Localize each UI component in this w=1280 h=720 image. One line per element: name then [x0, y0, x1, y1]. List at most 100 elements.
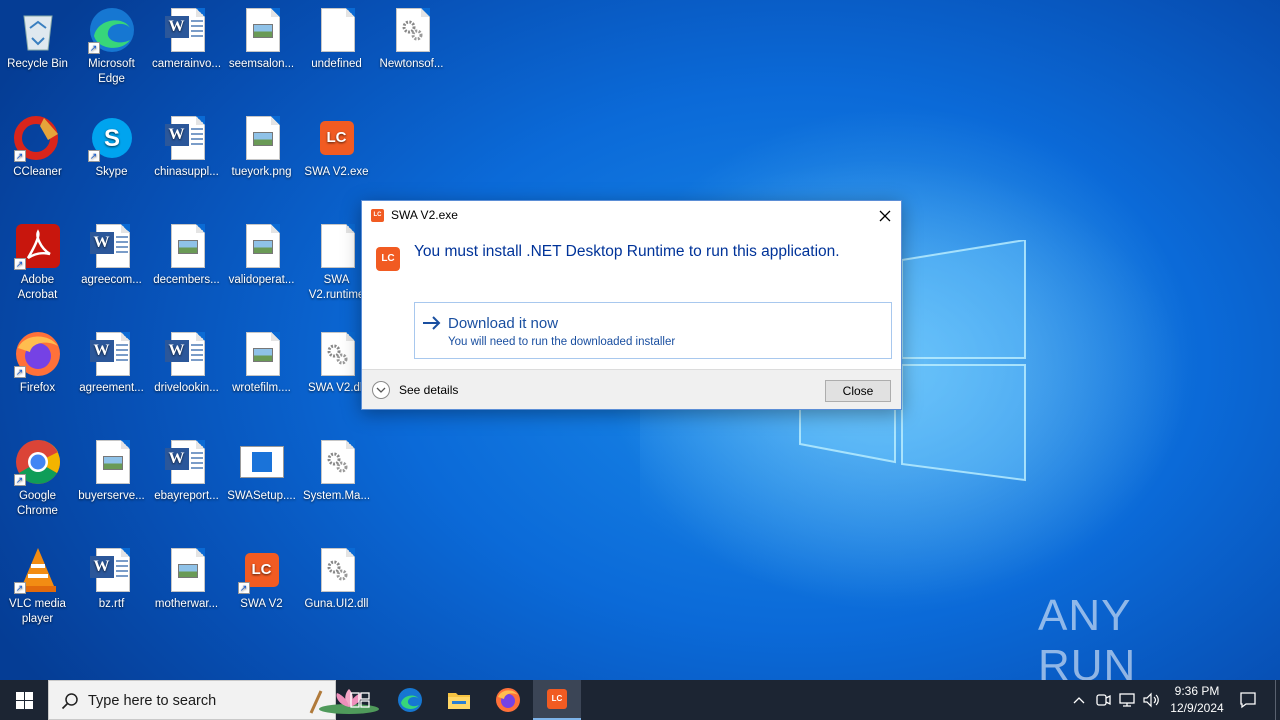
desktop-icon-label: buyerserve...	[78, 490, 145, 502]
desktop-icon-word[interactable]: Wagreement...	[74, 324, 149, 396]
search-icon	[61, 693, 78, 710]
image-icon	[238, 222, 286, 270]
desktop-icon-label: VLC media player	[9, 598, 66, 625]
desktop-icon-label: bz.rtf	[98, 598, 125, 610]
action-center-button[interactable]	[1234, 680, 1262, 720]
desktop-icon-word[interactable]: Wagreecom...	[74, 216, 149, 288]
word-icon: W	[88, 546, 136, 594]
desktop-icon-dll[interactable]: Newtonsof...	[374, 0, 449, 72]
download-now-title: Download it now	[448, 315, 559, 332]
taskbar: Type here to search LC 9:36 PM 12/9/2024	[0, 680, 1280, 720]
task-view-button[interactable]	[336, 680, 384, 720]
see-details-toggle[interactable]	[372, 381, 390, 399]
start-button[interactable]	[0, 680, 48, 720]
desktop-icon-label: ebayreport...	[154, 490, 219, 502]
dll-icon	[313, 438, 361, 486]
desktop-icon-image[interactable]: wrotefilm....	[224, 324, 299, 396]
network-button[interactable]	[1116, 680, 1138, 720]
desktop-icon-setup[interactable]: SWASetup....	[224, 432, 299, 504]
taskbar-edge-button[interactable]	[386, 680, 434, 720]
desktop-icon-recycle-bin[interactable]: Recycle Bin	[0, 0, 75, 72]
desktop-icon-dll[interactable]: Guna.UI2.dll	[299, 540, 374, 612]
dialog-close-button[interactable]	[869, 201, 901, 230]
desktop-icon-blank[interactable]: undefined	[299, 0, 374, 72]
taskbar-firefox-button[interactable]	[484, 680, 532, 720]
word-icon: W	[163, 114, 211, 162]
desktop-icon-word[interactable]: Wbz.rtf	[74, 540, 149, 612]
svg-text:S: S	[103, 125, 119, 152]
desktop-icon-label: System.Ma...	[302, 490, 371, 502]
word-icon: W	[88, 222, 136, 270]
desktop-icon-label: Adobe Acrobat	[17, 274, 58, 301]
desktop-icon-label: SWA V2	[240, 598, 283, 610]
chevron-down-icon	[376, 387, 386, 393]
lc-icon: LC ↗	[237, 546, 286, 594]
desktop-icon-label: Guna.UI2.dll	[304, 598, 369, 610]
arrow-right-icon	[423, 316, 441, 330]
desktop-icon-acrobat[interactable]: ↗ Adobe Acrobat	[0, 216, 75, 303]
desktop-icon-chrome[interactable]: ↗ Google Chrome	[0, 432, 75, 519]
desktop-icon-label: Google Chrome	[17, 490, 58, 517]
word-icon: W	[163, 6, 211, 54]
desktop-icon-lc[interactable]: LC ↗ SWA V2	[224, 540, 299, 612]
close-button[interactable]: Close	[825, 380, 891, 402]
windows-start-icon	[15, 691, 33, 709]
desktop-icon-label: agreement...	[79, 382, 144, 394]
show-desktop-button[interactable]	[1275, 680, 1280, 720]
show-hidden-icons-button[interactable]	[1068, 680, 1090, 720]
download-now-link[interactable]: Download it now You will need to run the…	[414, 302, 892, 359]
image-icon	[238, 330, 286, 378]
desktop-icon-label: undefined	[311, 58, 362, 70]
desktop-icon-image[interactable]: seemsalon...	[224, 0, 299, 72]
dll-icon	[313, 330, 361, 378]
image-icon	[238, 6, 286, 54]
desktop-icon-word[interactable]: Wchinasuppl...	[149, 108, 224, 180]
desktop-icon-label: CCleaner	[13, 166, 62, 178]
desktop-icon-skype[interactable]: S ↗ Skype	[74, 108, 149, 180]
edge-icon: ↗	[87, 6, 136, 54]
setup-icon	[238, 438, 286, 486]
desktop-icon-word[interactable]: Webayreport...	[149, 432, 224, 504]
dialog-titlebar[interactable]: LC SWA V2.exe	[362, 201, 901, 230]
image-icon	[238, 114, 286, 162]
image-icon	[88, 438, 136, 486]
taskbar-search-box[interactable]: Type here to search	[48, 680, 379, 720]
chrome-icon: ↗	[13, 438, 62, 486]
desktop-icon-label: SWASetup....	[227, 490, 296, 502]
word-icon: W	[163, 438, 211, 486]
desktop-icon-edge[interactable]: ↗ Microsoft Edge	[74, 0, 149, 87]
desktop-icon-word[interactable]: Wdrivelookin...	[149, 324, 224, 396]
desktop-icon-vlc[interactable]: ↗ VLC media player	[0, 540, 75, 627]
lc-icon: LC	[313, 114, 361, 162]
desktop-icon-label: agreecom...	[81, 274, 142, 286]
desktop-icon-image[interactable]: tueyork.png	[224, 108, 299, 180]
firefox-icon	[496, 688, 520, 712]
desktop-icon-word[interactable]: Wcamerainvo...	[149, 0, 224, 72]
search-placeholder: Type here to search	[88, 693, 217, 709]
recycle-bin-icon	[14, 6, 62, 54]
dll-icon	[313, 546, 361, 594]
tray-app-button[interactable]	[1093, 680, 1113, 720]
desktop-icon-image[interactable]: decembers...	[149, 216, 224, 288]
desktop-icon-dll[interactable]: System.Ma...	[299, 432, 374, 504]
meet-now-icon	[1096, 694, 1111, 706]
edge-icon	[398, 688, 422, 712]
image-icon	[163, 546, 211, 594]
taskbar-swa-button[interactable]: LC	[533, 680, 581, 720]
taskbar-clock[interactable]: 9:36 PM 12/9/2024	[1166, 683, 1228, 717]
word-icon: W	[163, 330, 211, 378]
desktop-icon-image[interactable]: buyerserve...	[74, 432, 149, 504]
chevron-up-icon	[1073, 697, 1085, 704]
see-details-label[interactable]: See details	[399, 383, 458, 397]
volume-button[interactable]	[1140, 680, 1162, 720]
firefox-icon: ↗	[13, 330, 62, 378]
taskbar-file-explorer-button[interactable]	[435, 680, 483, 720]
desktop-icon-image[interactable]: motherwar...	[149, 540, 224, 612]
desktop-icon-firefox[interactable]: ↗ Firefox	[0, 324, 75, 396]
desktop-icon-label: tueyork.png	[231, 166, 292, 178]
desktop-icon-lc[interactable]: LC SWA V2.exe	[299, 108, 374, 180]
close-icon	[879, 210, 891, 221]
desktop-icon-ccleaner[interactable]: ↗ CCleaner	[0, 108, 75, 180]
ccleaner-icon: ↗	[13, 114, 62, 162]
desktop-icon-image[interactable]: validoperat...	[224, 216, 299, 288]
